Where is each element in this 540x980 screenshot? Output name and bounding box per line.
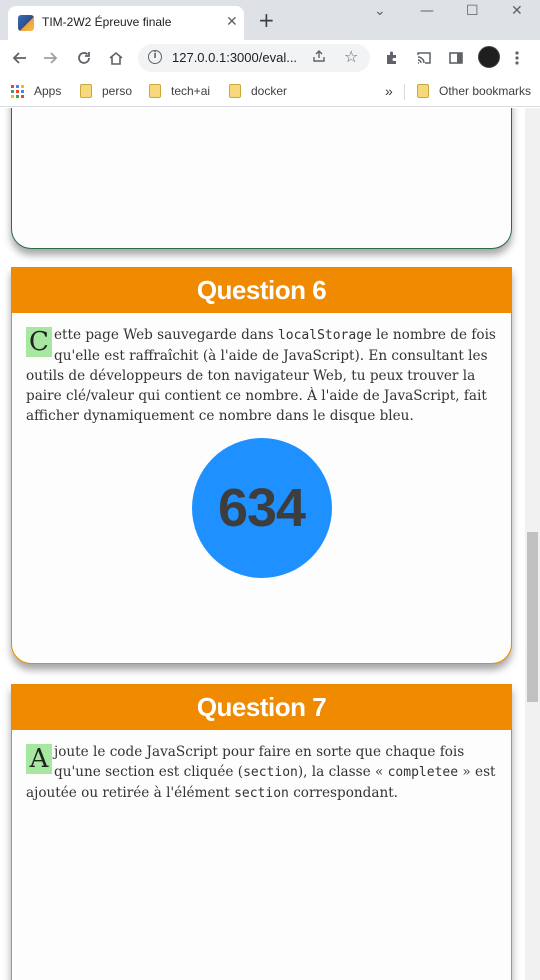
folder-icon xyxy=(229,84,241,98)
forward-icon[interactable] xyxy=(38,46,62,70)
bookmark-folder-other[interactable]: Other bookmarks xyxy=(417,82,531,100)
bookmarks-bar: Apps perso tech+ai docker » Other bookma… xyxy=(0,76,540,107)
bookmark-star-icon[interactable]: ☆ xyxy=(344,47,358,66)
maximize-icon[interactable]: ☐ xyxy=(466,3,479,19)
home-icon[interactable] xyxy=(104,46,128,70)
profile-avatar-icon[interactable] xyxy=(478,46,500,68)
close-tab-icon[interactable]: ✕ xyxy=(226,14,238,30)
folder-icon xyxy=(417,84,429,98)
extensions-icon[interactable] xyxy=(380,46,404,70)
inline-code: localStorage xyxy=(277,328,372,343)
window-close-icon[interactable]: ✕ xyxy=(511,3,523,19)
question-text-part: ), la classe « xyxy=(297,764,388,780)
back-icon[interactable] xyxy=(8,46,32,70)
bookmark-folder-techai[interactable]: tech+ai xyxy=(149,82,210,100)
section-question-7[interactable]: Question 7 A joute le code JavaScript po… xyxy=(11,684,512,980)
section-question-6[interactable]: Question 6 C ette page Web sauvegarde da… xyxy=(11,267,512,664)
address-bar[interactable]: i 127.0.0.1:3000/eval... ☆ xyxy=(138,44,370,72)
tab-title: TIM-2W2 Épreuve finale xyxy=(42,15,172,29)
bookmark-apps[interactable]: Apps xyxy=(11,82,61,100)
tab-strip: TIM-2W2 Épreuve finale ✕ + ⌄ — ☐ ✕ xyxy=(0,0,540,40)
dropcap-letter: A xyxy=(26,744,52,774)
bookmarks-divider xyxy=(404,84,405,100)
page-viewport: Question 6 C ette page Web sauvegarde da… xyxy=(0,108,540,980)
minimize-icon[interactable]: — xyxy=(420,3,434,19)
blue-disk-counter: 634 xyxy=(191,438,332,578)
folder-icon xyxy=(149,84,161,98)
disk-container: 634 xyxy=(12,438,511,578)
question-text-part: correspondant. xyxy=(288,785,398,801)
new-tab-button[interactable]: + xyxy=(258,9,275,31)
question-heading: Question 7 xyxy=(12,685,511,730)
bookmark-label: docker xyxy=(251,84,288,98)
section-previous-question[interactable] xyxy=(11,108,512,249)
bookmark-label: tech+ai xyxy=(171,84,211,98)
page-scrollbar[interactable] xyxy=(525,108,540,980)
bookmark-folder-docker[interactable]: docker xyxy=(229,82,287,100)
side-panel-icon[interactable] xyxy=(444,46,468,70)
browser-tab[interactable]: TIM-2W2 Épreuve finale ✕ xyxy=(8,6,244,40)
dropcap-letter: C xyxy=(26,327,52,357)
question-heading: Question 6 xyxy=(12,268,511,313)
tab-search-icon[interactable]: ⌄ xyxy=(374,3,386,19)
share-icon[interactable] xyxy=(312,49,326,67)
bookmark-label: perso xyxy=(102,84,133,98)
question-text-part: ette page Web sauvegarde dans xyxy=(54,327,278,343)
apps-grid-icon xyxy=(11,84,24,98)
bookmark-label: Other bookmarks xyxy=(439,84,532,98)
site-info-icon[interactable]: i xyxy=(148,50,162,64)
question-text: A joute le code JavaScript pour faire en… xyxy=(12,730,511,804)
reload-icon[interactable] xyxy=(72,46,96,70)
folder-icon xyxy=(80,84,92,98)
bookmark-apps-label: Apps xyxy=(34,84,62,98)
inline-code: section xyxy=(243,765,298,780)
url-text: 127.0.0.1:3000/eval... xyxy=(172,50,298,65)
bookmarks-overflow-button[interactable]: » xyxy=(385,82,393,100)
inline-code: completee xyxy=(387,765,459,780)
favicon-icon xyxy=(18,15,34,31)
question-text: C ette page Web sauvegarde dans localSto… xyxy=(12,313,511,426)
scrollbar-thumb[interactable] xyxy=(527,532,538,702)
browser-toolbar: i 127.0.0.1:3000/eval... ☆ xyxy=(0,40,540,76)
bookmark-folder-perso[interactable]: perso xyxy=(80,82,132,100)
menu-dots-icon[interactable] xyxy=(505,46,529,70)
cast-icon[interactable] xyxy=(412,46,436,70)
inline-code: section xyxy=(234,786,289,801)
